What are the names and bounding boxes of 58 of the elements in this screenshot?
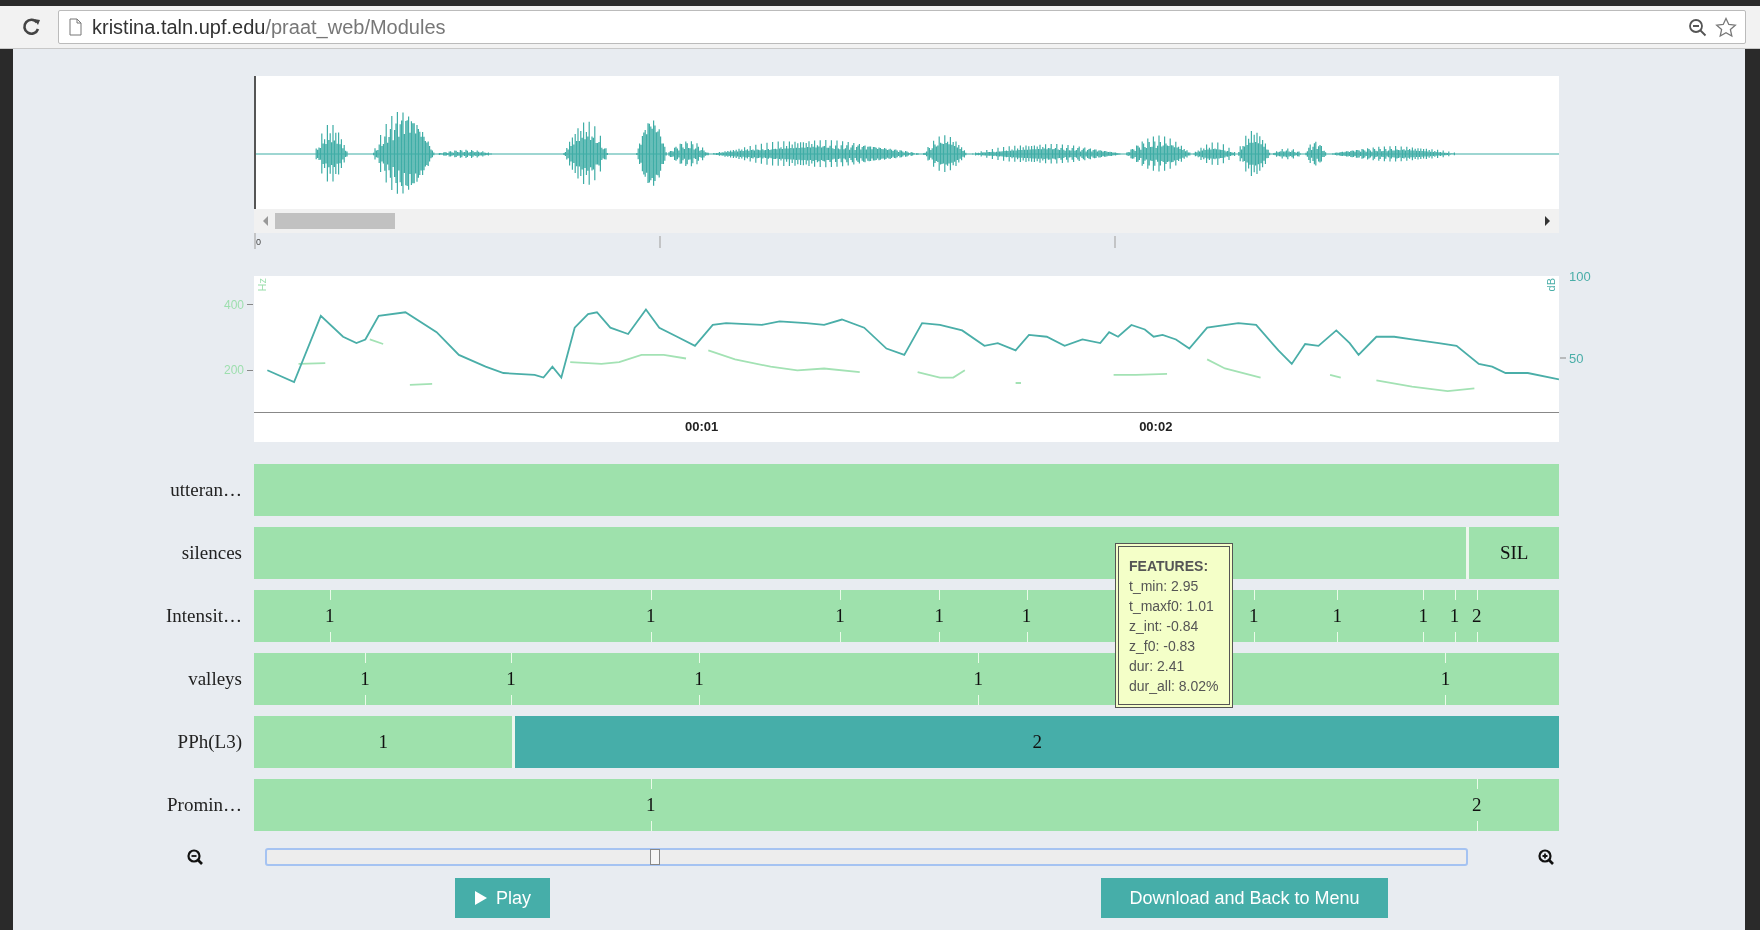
scrollbar-thumb[interactable]	[275, 213, 395, 229]
slider-thumb[interactable]	[650, 849, 661, 865]
point-label: 1	[506, 668, 516, 690]
reload-icon[interactable]	[22, 17, 42, 37]
tier-interval[interactable]: 1	[254, 716, 513, 768]
zoom-slider[interactable]	[265, 848, 1468, 866]
tier-label: Intensit…	[166, 605, 243, 627]
point-label: 1	[1021, 605, 1032, 627]
star-icon[interactable]	[1715, 16, 1737, 38]
interval-label: 1	[378, 731, 388, 753]
point-label: 1	[360, 668, 370, 690]
hz-tick-label: 400	[223, 297, 254, 312]
point-label: 1	[645, 605, 656, 627]
interval-label: 2	[1032, 731, 1042, 753]
point-label: 1	[694, 668, 704, 690]
tooltip-title: FEATURES:	[1129, 557, 1210, 576]
point-label: 1	[934, 605, 944, 627]
feature-line: z_int: -0.84	[1129, 617, 1200, 636]
zoom-out-icon[interactable]	[1688, 17, 1707, 37]
play-icon	[474, 890, 488, 906]
time-label: 00:02	[1139, 419, 1173, 434]
point-label: 1	[973, 668, 983, 690]
tier-label: silences	[181, 542, 243, 564]
scroll-right-icon[interactable]	[1544, 215, 1551, 227]
feature-line: dur_all: 8.02%	[1129, 677, 1219, 696]
url-text: kristina.taln.upf.edu/praat_web/Modules	[92, 15, 446, 39]
db-axis-label: dB	[1545, 278, 1557, 292]
tier-label: valleys	[188, 668, 243, 690]
feature-line: t_maxf0: 1.01	[1129, 597, 1215, 616]
db-tick-label: 100	[1568, 268, 1591, 284]
page-icon	[67, 17, 84, 37]
time-label: 00:01	[685, 419, 719, 434]
zoom-out-icon[interactable]	[187, 849, 203, 865]
point-label: 1	[1332, 605, 1342, 627]
feature-line: dur: 2.41	[1129, 657, 1186, 676]
scroll-left-icon[interactable]	[262, 215, 269, 227]
feature-line: t_min: 2.95	[1129, 577, 1200, 596]
point-label: 1	[835, 605, 845, 627]
ruler-start-label: 0	[256, 237, 261, 247]
zoom-in-icon[interactable]	[1538, 849, 1554, 865]
point-label: 1	[645, 794, 656, 816]
interval-label: SIL	[1499, 542, 1529, 564]
scrollbar[interactable]	[254, 209, 1559, 233]
point-label: 1	[1440, 668, 1451, 690]
point-label: 1	[1418, 605, 1428, 627]
address-field[interactable]: kristina.taln.upf.edu/praat_web/Modules	[58, 10, 1746, 44]
tier-interval[interactable]: SIL	[1466, 527, 1559, 579]
point-label: 2	[1472, 605, 1482, 627]
hz-axis-label: Hz	[256, 278, 268, 292]
tier-label: PPh(L3)	[177, 731, 243, 753]
tier-label: Promin…	[167, 794, 243, 816]
feature-line: z_f0: -0.83	[1129, 637, 1197, 656]
tier-label: utteran…	[170, 479, 243, 501]
tier-interval[interactable]: 2	[512, 716, 1559, 768]
point-label: 2	[1472, 794, 1482, 816]
point-label: 1	[1449, 605, 1460, 627]
point-label: 1	[324, 605, 335, 627]
point-label: 1	[1248, 605, 1259, 627]
